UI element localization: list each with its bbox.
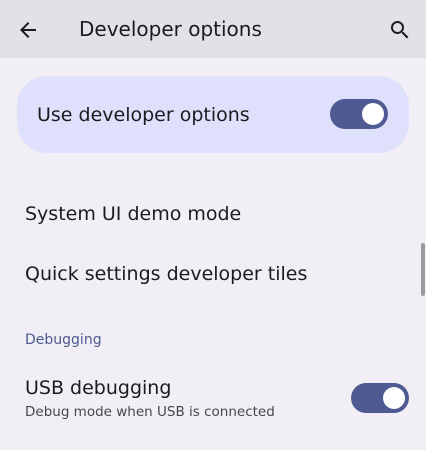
quick-settings-developer-tiles-item[interactable]: Quick settings developer tiles — [0, 250, 420, 298]
use-developer-options-label: Use developer options — [37, 104, 250, 126]
usb-debugging-subtitle: Debug mode when USB is connected — [25, 404, 275, 420]
quick-settings-developer-tiles-title: Quick settings developer tiles — [25, 263, 308, 285]
use-developer-options-switch[interactable] — [330, 99, 388, 129]
scrollbar[interactable] — [421, 243, 425, 296]
app-bar: Developer options — [0, 0, 426, 58]
back-button[interactable] — [10, 12, 46, 48]
usb-debugging-switch[interactable] — [351, 383, 409, 413]
search-button[interactable] — [382, 12, 418, 48]
switch-thumb — [383, 387, 405, 409]
system-ui-demo-mode-title: System UI demo mode — [25, 203, 242, 225]
page-title: Developer options — [79, 17, 262, 41]
section-header-debugging: Debugging — [25, 332, 102, 348]
switch-thumb — [362, 103, 384, 125]
arrow-back-icon — [20, 22, 36, 38]
system-ui-demo-mode-item[interactable]: System UI demo mode — [0, 190, 420, 238]
search-icon — [391, 21, 409, 39]
usb-debugging-item[interactable]: USB debugging Debug mode when USB is con… — [0, 370, 420, 426]
usb-debugging-title: USB debugging — [25, 377, 172, 399]
use-developer-options-card[interactable]: Use developer options — [17, 76, 409, 153]
